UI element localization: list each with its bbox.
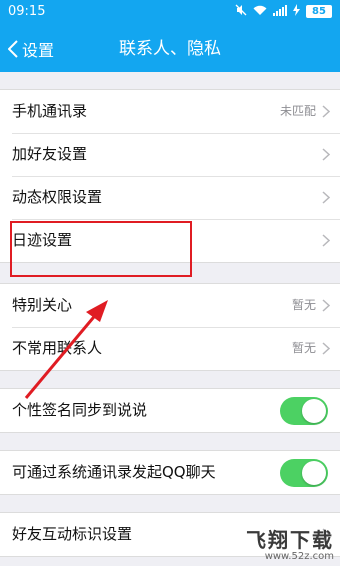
row-label: 可通过系统通讯录发起QQ聊天: [12, 463, 216, 481]
chevron-right-icon: [322, 234, 330, 247]
chevron-right-icon: [322, 528, 330, 541]
row-value: 暂无: [291, 341, 316, 355]
chevron-right-icon: [322, 342, 330, 355]
row-special-care[interactable]: 特别关心 暂无: [0, 284, 340, 327]
row-add-friend-settings[interactable]: 加好友设置: [0, 133, 340, 176]
signal-icon: [273, 4, 287, 19]
system-contacts-chat-section: 可通过系统通讯录发起QQ聊天: [0, 450, 340, 495]
row-label: 动态权限设置: [12, 188, 103, 206]
charging-icon: [293, 4, 300, 19]
signature-sync-section: 个性签名同步到说说: [0, 388, 340, 433]
chevron-right-icon: [322, 148, 330, 161]
signature-sync-toggle[interactable]: [280, 397, 328, 425]
toggle-knob: [302, 399, 326, 423]
back-label: 设置: [22, 41, 55, 60]
mute-icon: [235, 4, 247, 19]
status-time: 09:15: [8, 4, 46, 19]
row-value: 暂无: [291, 298, 316, 312]
chevron-right-icon: [322, 105, 330, 118]
row-label: 不常用联系人: [12, 339, 103, 357]
chevron-right-icon: [322, 299, 330, 312]
title-bar: 设置 联系人、隐私: [0, 26, 340, 72]
row-feed-permission-settings[interactable]: 动态权限设置: [0, 176, 340, 219]
row-phone-contacts[interactable]: 手机通讯录 未匹配: [0, 90, 340, 133]
row-system-contacts-chat: 可通过系统通讯录发起QQ聊天: [0, 451, 340, 494]
toggle-knob: [302, 461, 326, 485]
row-signature-sync: 个性签名同步到说说: [0, 389, 340, 432]
special-contacts-section: 特别关心 暂无 不常用联系人 暂无: [0, 283, 340, 371]
system-contacts-chat-toggle[interactable]: [280, 459, 328, 487]
row-infrequent-contacts[interactable]: 不常用联系人 暂无: [0, 327, 340, 370]
battery-icon: 85: [306, 5, 332, 18]
row-label: 特别关心: [12, 296, 73, 314]
chevron-right-icon: [322, 191, 330, 204]
status-icons: 85: [235, 4, 332, 19]
wifi-icon: [253, 5, 267, 19]
row-label: 好友互动标识设置: [12, 525, 133, 543]
row-label: 日迹设置: [12, 231, 73, 249]
row-label: 个性签名同步到说说: [12, 401, 148, 419]
interaction-badge-section: 好友互动标识设置: [0, 512, 340, 557]
chevron-left-icon: [8, 40, 18, 58]
row-story-settings[interactable]: 日迹设置: [0, 219, 340, 262]
contacts-section: 手机通讯录 未匹配 加好友设置 动态权限设置 日迹设置: [0, 89, 340, 263]
status-bar: 09:15 85: [0, 0, 340, 26]
row-label: 加好友设置: [12, 145, 88, 163]
row-label: 手机通讯录: [12, 102, 88, 120]
row-interaction-badge-settings[interactable]: 好友互动标识设置: [0, 513, 340, 556]
row-value: 未匹配: [279, 104, 316, 118]
back-button[interactable]: 设置: [8, 34, 54, 64]
